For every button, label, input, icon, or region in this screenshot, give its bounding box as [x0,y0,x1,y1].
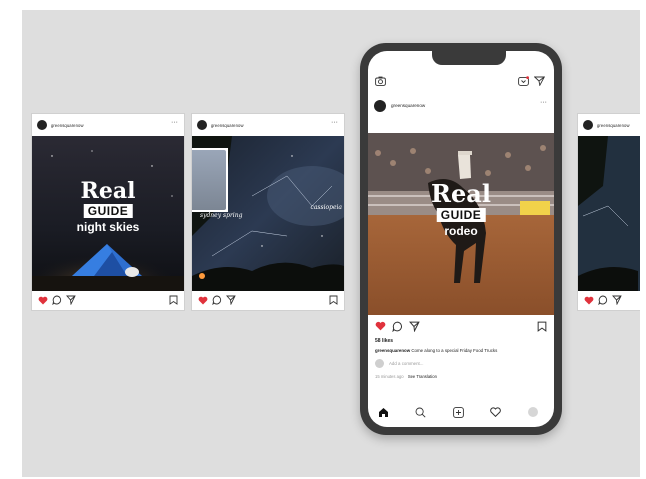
igtv-icon[interactable] [518,76,529,86]
post-username[interactable]: greensquarenow [51,123,84,128]
phone-screen: greensquarenow ··· Real GUIDE rodeo 58 l… [368,51,554,427]
heart-icon[interactable] [375,321,386,331]
mockup-stage: greensquarenow ··· Real GUIDE night skie… [22,10,640,477]
comment-icon[interactable] [212,295,222,306]
avatar[interactable] [374,100,386,112]
heart-icon[interactable] [198,296,208,305]
phone-mockup: greensquarenow ··· Real GUIDE rodeo 58 l… [360,43,562,435]
inset-photo-telescope [192,148,228,212]
post-title-real: Real [80,178,136,204]
post-actions [375,321,547,333]
bookmark-icon[interactable] [169,295,178,305]
search-icon[interactable] [415,407,426,418]
share-icon[interactable] [612,295,622,306]
avatar[interactable] [583,120,593,130]
post-username[interactable]: greensquarenow [597,123,630,128]
comment-input-placeholder[interactable]: Add a comment... [389,361,423,366]
post-photo-rodeo: Real GUIDE rodeo [368,133,554,315]
post-title-guide: GUIDE [83,204,133,218]
post-meta: 15 minutes ago See Translation [375,374,437,379]
post-title-real: Real [431,179,491,208]
phone-notch [432,51,506,65]
comment-icon[interactable] [392,321,403,333]
caption-username[interactable]: greensquarenow [375,348,410,353]
bookmark-icon[interactable] [329,295,338,305]
post-header: greensquarenow ··· [192,114,344,136]
see-translation-link[interactable]: See Translation [408,374,437,379]
caption-text: Come along to a special Friday Food Truc… [411,348,498,353]
heart-icon[interactable] [584,296,594,305]
instagram-post-card-constellation: greensquarenow ··· sydney spring cassiop… [192,114,344,310]
post-header: greensquarenow ··· [368,97,554,115]
post-photo-partial [578,136,640,291]
more-options-icon[interactable]: ··· [540,99,547,106]
bottom-nav [368,405,554,421]
instagram-post-card-night-skies: greensquarenow ··· Real GUIDE night skie… [32,114,184,310]
comment-icon[interactable] [52,295,62,306]
likes-count[interactable]: 58 likes [375,338,393,344]
add-comment-row[interactable]: Add a comment... [375,359,545,369]
post-photo-night-skies: Real GUIDE night skies [32,136,184,291]
share-icon[interactable] [226,295,236,306]
comment-icon[interactable] [598,295,608,306]
activity-heart-icon[interactable] [490,407,501,418]
post-header: greensquarenow [578,114,640,136]
post-title-guide: GUIDE [436,208,486,222]
avatar[interactable] [37,120,47,130]
caption-right: cassiopeia [310,204,342,211]
post-actions [38,295,178,306]
starry-sky-image [578,136,640,291]
caption-left: sydney spring [200,212,243,219]
post-actions [198,295,338,306]
post-subtitle: night skies [76,220,140,234]
instagram-post-card-partial: greensquarenow [578,114,640,310]
post-username[interactable]: greensquarenow [211,123,244,128]
profile-avatar[interactable] [528,407,538,417]
add-post-icon[interactable] [453,407,464,418]
post-header: greensquarenow ··· [32,114,184,136]
avatar [375,359,384,368]
share-icon[interactable] [66,295,76,306]
heart-icon[interactable] [38,296,48,305]
share-icon[interactable] [409,321,420,333]
avatar[interactable] [197,120,207,130]
post-caption: greensquarenow Come along to a special F… [375,348,497,353]
more-options-icon[interactable]: ··· [171,119,178,126]
post-actions [584,295,640,306]
post-time: 15 minutes ago [375,374,404,379]
more-options-icon[interactable]: ··· [331,119,338,126]
bookmark-icon[interactable] [537,321,547,332]
post-photo-constellation: sydney spring cassiopeia [192,136,344,291]
camera-icon[interactable] [375,76,386,86]
post-username[interactable]: greensquarenow [391,103,425,108]
post-subtitle: rodeo [444,224,478,238]
home-icon[interactable] [378,407,389,418]
direct-send-icon[interactable] [533,76,546,87]
